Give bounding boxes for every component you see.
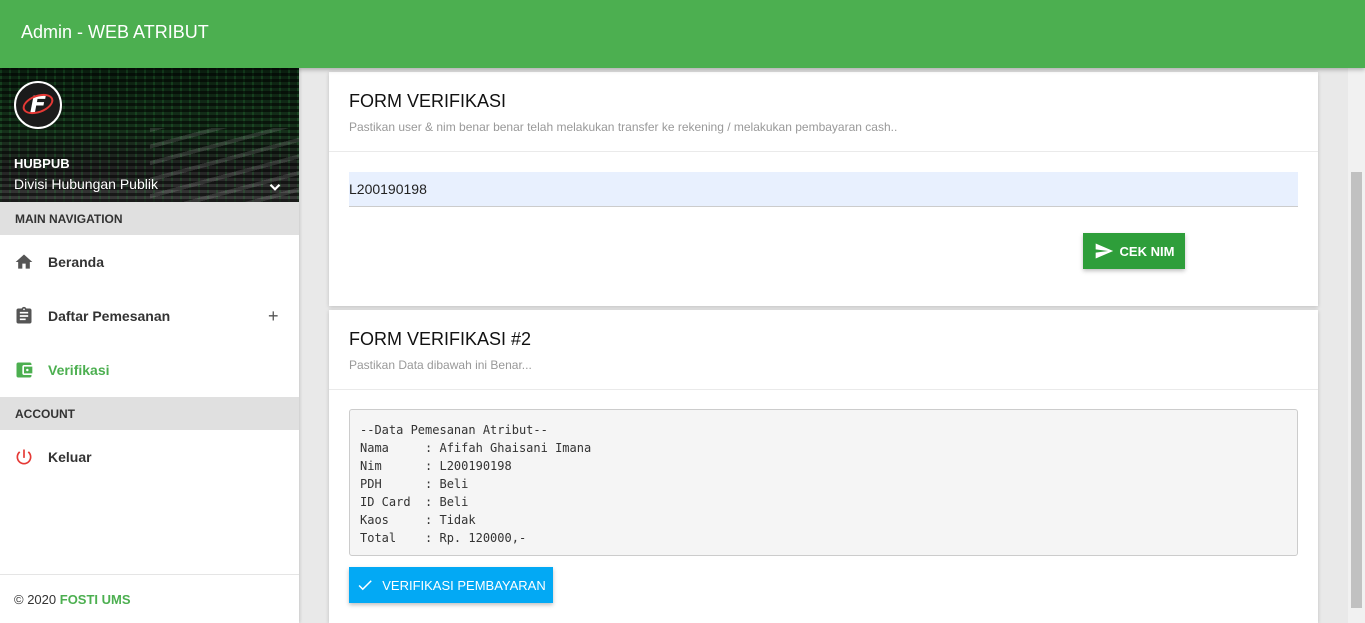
card-header: FORM VERIFIKASI #2 Pastikan Data dibawah… [329,310,1318,390]
app-title: Admin - WEB ATRIBUT [21,22,209,42]
home-icon [14,252,34,272]
verifikasi-pembayaran-button[interactable]: VERIFIKASI PEMBAYARAN [349,567,553,603]
form-verifikasi-2-card: FORM VERIFIKASI #2 Pastikan Data dibawah… [329,310,1318,623]
verifikasi-pembayaran-label: VERIFIKASI PEMBAYARAN [382,577,546,593]
scrollbar-thumb[interactable] [1351,172,1362,608]
sidebar-item-keluar[interactable]: Keluar [0,430,299,484]
card-title: FORM VERIFIKASI #2 [349,329,532,349]
order-data-textarea[interactable]: --Data Pemesanan Atribut-- Nama : Afifah… [349,409,1298,556]
nim-input[interactable] [349,172,1298,207]
clipboard-icon [14,306,34,326]
main-navigation-header: MAIN NAVIGATION [0,202,299,235]
cek-nim-button[interactable]: CEK NIM [1083,233,1185,269]
sidebar: F HUBPUB Divisi Hubungan Publik MAIN NAV… [0,68,299,623]
sidebar-item-label: Verifikasi [48,362,110,378]
sidebar-item-beranda[interactable]: Beranda [0,235,299,289]
sidebar-item-label: Beranda [48,254,105,270]
page-scrollbar[interactable] [1348,68,1365,623]
copyright-text: © 2020 [14,592,57,607]
send-icon [1095,243,1113,259]
sidebar-item-label: Daftar Pemesanan [48,308,171,324]
card-title: FORM VERIFIKASI [349,91,507,111]
cek-nim-label: CEK NIM [1119,243,1175,259]
account-header: ACCOUNT [0,397,299,430]
user-role: Divisi Hubungan Publik [14,176,158,192]
card-subtitle: Pastikan user & nim benar benar telah me… [349,120,898,134]
expand-plus-icon[interactable]: + [268,306,279,327]
user-name: HUBPUB [14,156,70,171]
avatar[interactable]: F [14,81,62,129]
chevron-down-icon[interactable] [266,178,284,196]
sidebar-item-verifikasi[interactable]: Verifikasi [0,343,299,397]
sidebar-item-daftar-pemesanan[interactable]: Daftar Pemesanan + [0,289,299,343]
check-icon [358,580,372,591]
power-icon [14,447,34,467]
user-info-panel: F HUBPUB Divisi Hubungan Publik [0,68,299,202]
footer-brand-link[interactable]: FOSTI UMS [60,592,131,607]
sidebar-item-label: Keluar [48,449,92,465]
sidebar-footer: © 2020 FOSTI UMS [0,574,299,623]
top-app-bar: Admin - WEB ATRIBUT [0,0,1365,68]
wallet-icon [14,360,34,380]
card-header: FORM VERIFIKASI Pastikan user & nim bena… [329,72,1318,152]
card-subtitle: Pastikan Data dibawah ini Benar... [349,358,532,372]
form-verifikasi-card: FORM VERIFIKASI Pastikan user & nim bena… [329,72,1318,306]
